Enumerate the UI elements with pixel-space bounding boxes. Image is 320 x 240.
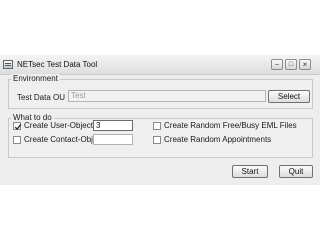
freebusy-eml-checkbox[interactable] — [153, 122, 161, 130]
create-contacts-count-input[interactable] — [93, 134, 133, 145]
title-bar[interactable]: NETsec Test Data Tool – □ × — [0, 55, 320, 75]
maximize-button[interactable]: □ — [285, 59, 297, 70]
minimize-icon: – — [275, 61, 279, 68]
window-title: NETsec Test Data Tool — [17, 60, 98, 69]
close-button[interactable]: × — [299, 59, 311, 70]
random-appointments-label[interactable]: Create Random Appointments — [164, 135, 271, 144]
select-button[interactable]: Select — [268, 90, 310, 103]
minimize-button[interactable]: – — [271, 59, 283, 70]
close-icon: × — [302, 60, 308, 69]
freebusy-eml-label[interactable]: Create Random Free/Busy EML Files — [164, 121, 297, 130]
checkmark-icon — [14, 124, 22, 130]
create-users-label[interactable]: Create User-Objects — [24, 121, 97, 130]
create-users-count-input[interactable]: 3 — [93, 120, 133, 131]
app-window-icon — [3, 60, 13, 69]
environment-group-label: Environment — [11, 74, 60, 83]
random-appointments-checkbox[interactable] — [153, 136, 161, 144]
test-data-ou-label: Test Data OU — [17, 93, 66, 102]
maximize-icon: □ — [288, 61, 294, 68]
start-button[interactable]: Start — [232, 165, 268, 178]
create-users-checkbox[interactable] — [13, 122, 22, 130]
app-window: NETsec Test Data Tool – □ × Environment … — [0, 55, 320, 185]
quit-button[interactable]: Quit — [279, 165, 313, 178]
create-contacts-checkbox[interactable] — [13, 136, 21, 144]
test-data-ou-field: Test — [68, 90, 266, 102]
